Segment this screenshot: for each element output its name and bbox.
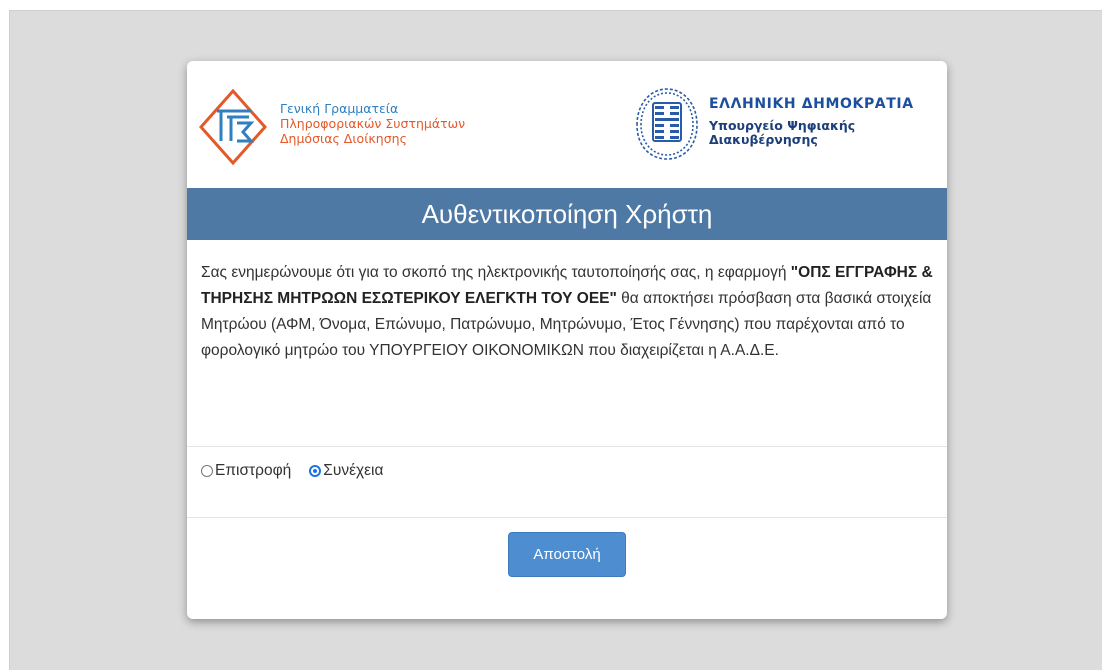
gsis-name: Γενική Γραμματεία Πληροφοριακών Συστημάτ…	[280, 101, 465, 146]
auth-dialog: Γενική Γραμματεία Πληροφοριακών Συστημάτ…	[187, 61, 947, 619]
gov-line-2: Υπουργείο Ψηφιακής	[709, 118, 856, 133]
page-background: Γενική Γραμματεία Πληροφοριακών Συστημάτ…	[9, 10, 1102, 670]
gsis-logo-icon	[199, 89, 267, 165]
radio-return-label: Επιστροφή	[215, 462, 292, 479]
gov-line-3: Διακυβέρνησης	[709, 132, 818, 147]
radio-return-circle[interactable]	[201, 465, 213, 477]
ministry-name: ΕΛΛΗΝΙΚΗ ΔΗΜΟΚΡΑΤΙΑ Υπουργείο Ψηφιακής Δ…	[709, 95, 914, 147]
page-title: Αυθεντικοποίηση Χρήστη	[187, 188, 947, 240]
gov-line-1: ΕΛΛΗΝΙΚΗ ΔΗΜΟΚΡΑΤΙΑ	[709, 96, 914, 112]
consent-notice: Σας ενημερώνουμε ότι για το σκοπό της ηλ…	[201, 260, 936, 364]
choice-radio-group: Επιστροφή Συνέχεια	[201, 458, 401, 484]
notice-text-before: Σας ενημερώνουμε ότι για το σκοπό της ηλ…	[201, 264, 791, 281]
greek-emblem-icon	[636, 88, 698, 160]
gsis-line-1: Γενική Γραμματεία	[280, 101, 399, 116]
radio-continue-label: Συνέχεια	[323, 462, 384, 479]
gsis-line-3: Δημόσιας Διοίκησης	[280, 131, 407, 146]
divider	[187, 446, 947, 447]
gsis-line-2: Πληροφοριακών Συστημάτων	[280, 116, 466, 131]
submit-button[interactable]: Αποστολή	[508, 532, 626, 577]
radio-return[interactable]: Επιστροφή	[201, 462, 291, 480]
radio-continue[interactable]: Συνέχεια	[309, 462, 383, 480]
divider	[187, 517, 947, 518]
radio-continue-circle[interactable]	[309, 465, 322, 477]
logos-header: Γενική Γραμματεία Πληροφοριακών Συστημάτ…	[187, 61, 947, 188]
